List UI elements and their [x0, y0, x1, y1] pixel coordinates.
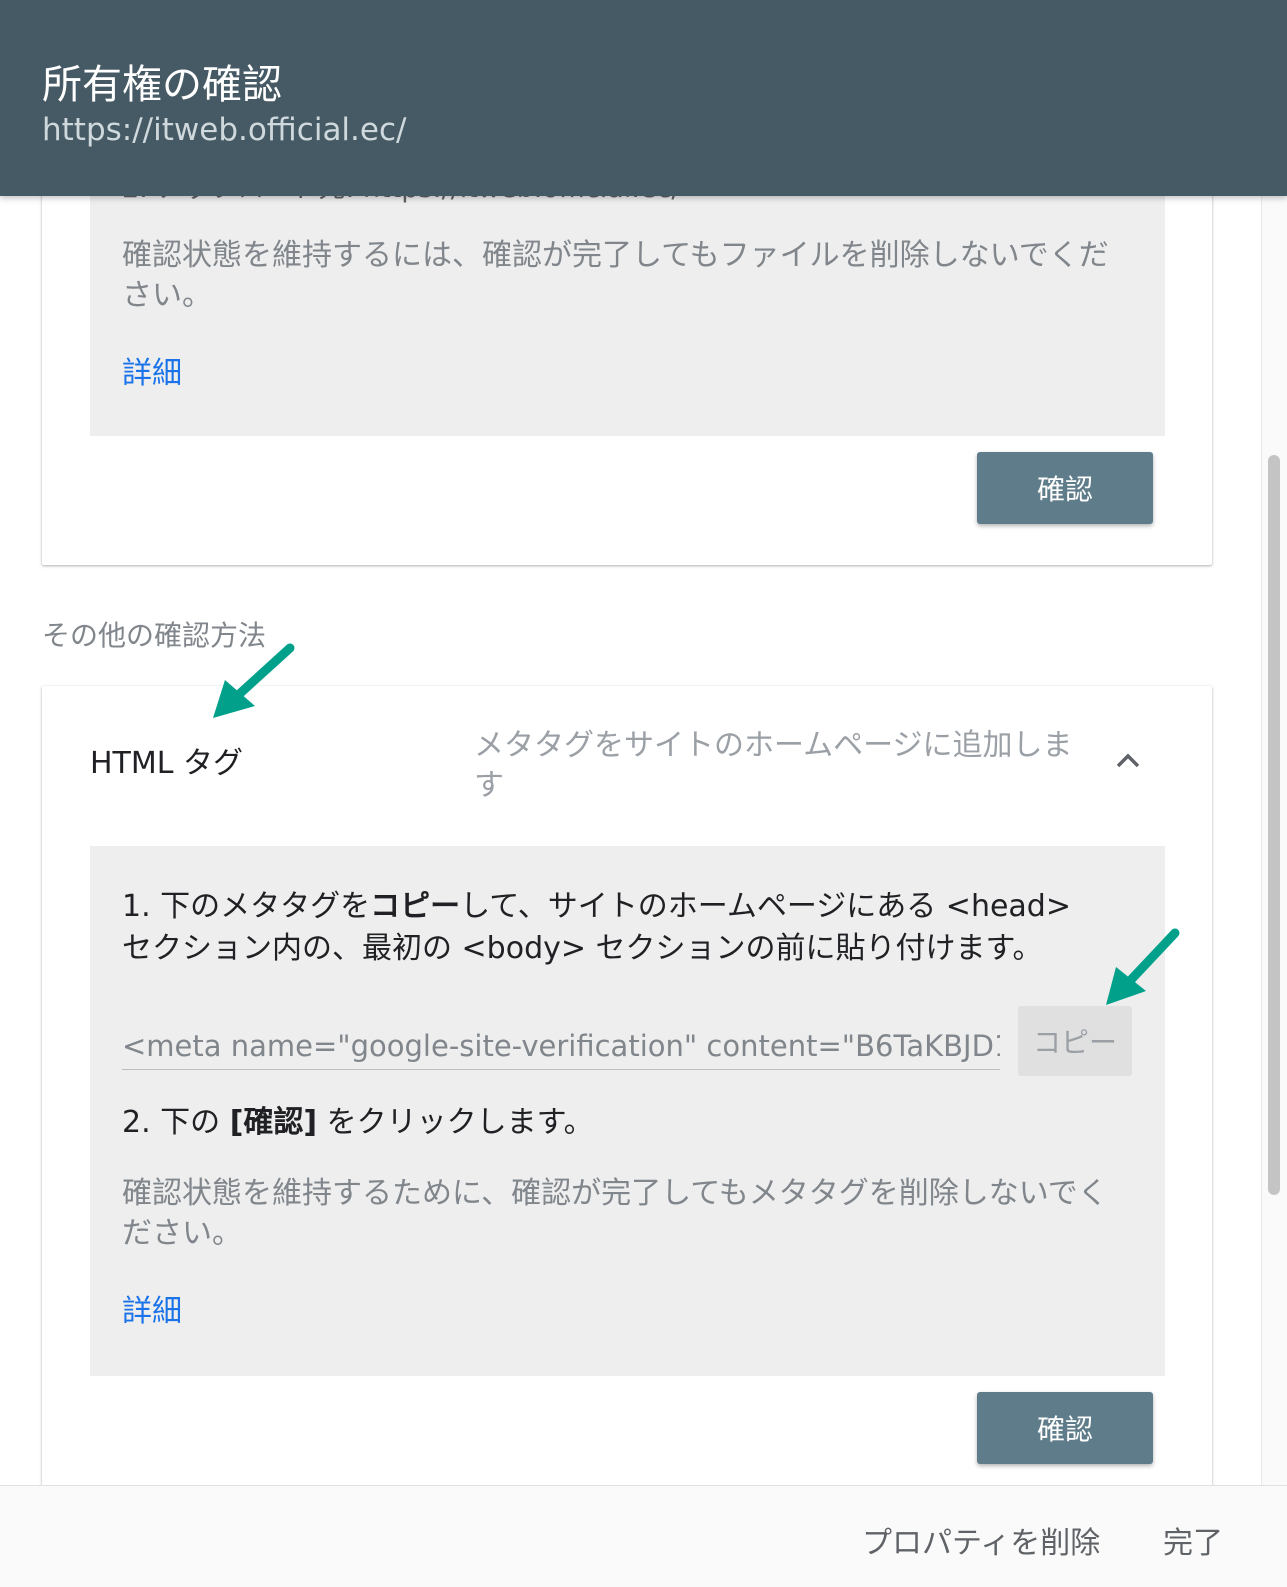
keep-meta-tag-note: 確認状態を維持するために、確認が完了してもメタタグを削除しないでください。: [122, 1176, 1108, 1251]
meta-tag-field[interactable]: <meta name="google-site-verification" co…: [122, 1026, 1000, 1070]
copy-button[interactable]: コピー: [1018, 1006, 1132, 1076]
keep-file-note: 確認状態を維持するには、確認が完了してもファイルを削除しないでください。: [122, 238, 1109, 313]
annotation-arrow-icon: [213, 643, 295, 718]
annotation-arrow-icon: [1106, 928, 1180, 1005]
step-2-text: 2. 下の [確認] をクリックします。: [122, 1105, 594, 1140]
details-link-html[interactable]: 詳細: [122, 1286, 182, 1330]
property-url: https://itweb.official.ec/: [42, 112, 407, 148]
step-1-text: 1. 下のメタタグをコピーして、サイトのホームページにある <head> セクシ…: [122, 889, 1071, 966]
confirm-button-html[interactable]: 確認: [977, 1392, 1153, 1464]
method-description: メタタグをサイトのホームページに追加します: [474, 728, 1073, 803]
html-tag-instructions: 1. 下のメタタグをコピーして、サイトのホームページにある <head> セクシ…: [90, 846, 1165, 1376]
details-link-file[interactable]: 詳細: [122, 348, 182, 392]
dialog-header: 所有権の確認 https://itweb.official.ec/: [0, 0, 1287, 196]
delete-property-button[interactable]: プロパティを削除: [862, 1518, 1100, 1562]
html-tag-method-card: HTML タグ メタタグをサイトのホームページに追加します 1. 下のメタタグを…: [42, 686, 1212, 1485]
method-title[interactable]: HTML タグ: [90, 738, 243, 782]
dialog-content: 2. アップロード先: https://itweb.official.ec/ 確…: [0, 0, 1287, 1485]
confirm-button-file[interactable]: 確認: [977, 452, 1153, 524]
dialog-footer: プロパティを削除 完了: [0, 1485, 1287, 1587]
page-title: 所有権の確認: [42, 62, 282, 108]
scrollbar-thumb[interactable]: [1268, 455, 1280, 1195]
done-button[interactable]: 完了: [1163, 1518, 1223, 1562]
chevron-up-icon[interactable]: [1110, 742, 1146, 778]
